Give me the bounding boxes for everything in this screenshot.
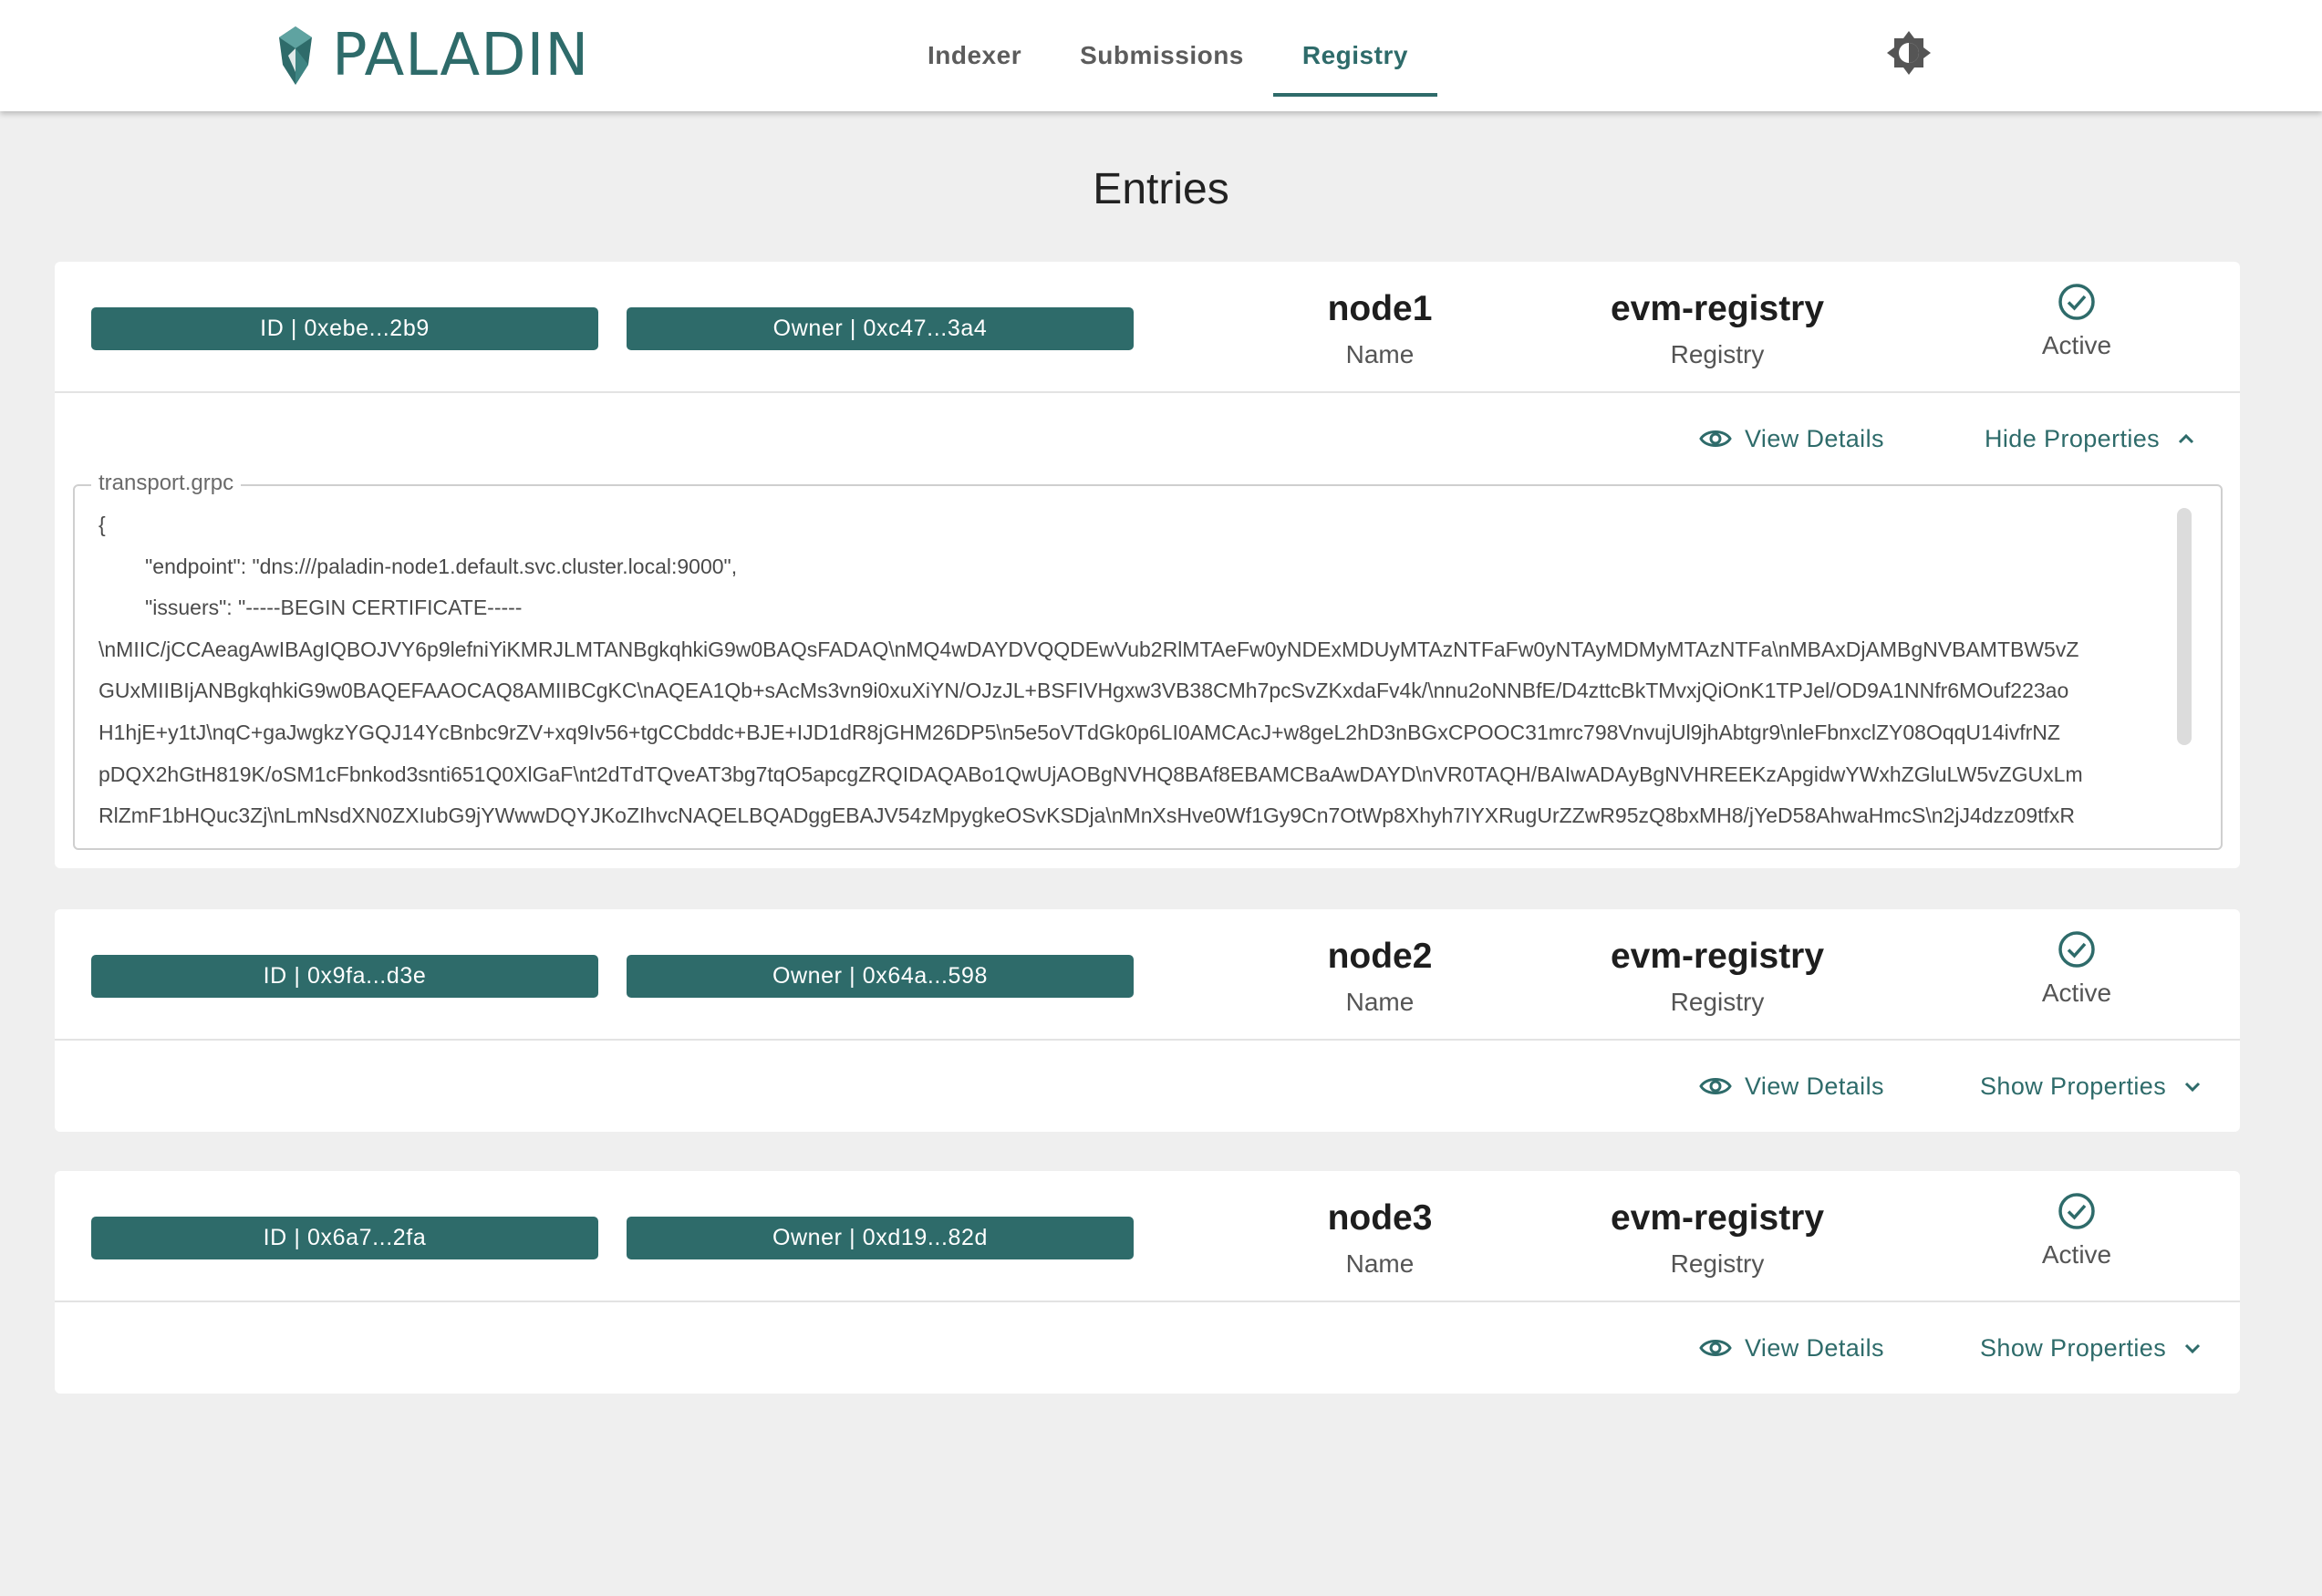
entry-name: node1 Name — [1216, 285, 1544, 369]
entry-status-label: Active — [2041, 1240, 2112, 1269]
entry-name-label: Name — [1345, 988, 1415, 1016]
entry-actions: View Details Show Properties — [55, 1041, 2240, 1132]
theme-toggle-button[interactable] — [1883, 27, 1934, 78]
entry-id-chip[interactable]: ID | 0xebe...2b9 — [91, 307, 598, 350]
view-details-label: View Details — [1745, 1072, 1884, 1100]
code-line: \nMIIC/jCCAeagAwIBAgIQBOJVY6p9lefniYiKMR… — [98, 637, 2079, 661]
view-details-label: View Details — [1745, 1333, 1884, 1362]
entry-registry: evm-registry Registry — [1503, 1195, 1932, 1279]
view-details-button[interactable]: View Details — [1699, 1041, 1884, 1132]
tab-indexer[interactable]: Indexer — [898, 0, 1051, 111]
entry-status: Active — [1913, 929, 2241, 1008]
registry-entry-card: ID | 0xebe...2b9 Owner | 0xc47...3a4 nod… — [55, 262, 2240, 868]
entry-status: Active — [1913, 282, 2241, 360]
entry-registry-value: evm-registry — [1610, 1198, 1825, 1238]
entry-name: node2 Name — [1216, 933, 1544, 1017]
entry-registry-label: Registry — [1670, 1249, 1765, 1278]
entry-actions: View Details Hide Properties — [55, 393, 2240, 484]
view-details-button[interactable]: View Details — [1699, 393, 1884, 484]
entry-name-value: node3 — [1327, 1198, 1433, 1238]
tab-submissions[interactable]: Submissions — [1051, 0, 1273, 111]
properties-toggle-label: Show Properties — [1980, 1333, 2167, 1362]
check-circle-icon — [2058, 931, 2095, 968]
property-name: transport.grpc — [91, 471, 242, 496]
check-circle-icon — [2058, 1193, 2095, 1229]
registry-entry-card: ID | 0x9fa...d3e Owner | 0x64a...598 nod… — [55, 909, 2240, 1132]
entry-registry: evm-registry Registry — [1503, 285, 1932, 369]
entry-registry-value: evm-registry — [1610, 937, 1825, 976]
eye-icon — [1699, 1078, 1732, 1094]
entry-header: ID | 0x6a7...2fa Owner | 0xd19...82d nod… — [55, 1171, 2240, 1302]
view-details-label: View Details — [1745, 424, 1884, 452]
brand-name: PALADIN — [332, 22, 590, 89]
entry-owner-chip[interactable]: Owner | 0xd19...82d — [627, 1217, 1134, 1259]
entry-id-chip[interactable]: ID | 0x9fa...d3e — [91, 955, 598, 998]
chevron-down-icon — [2185, 1082, 2201, 1093]
app-bar: PALADIN Indexer Submissions Registry — [0, 0, 2322, 111]
code-line: "endpoint": "dns:///paladin-node1.defaul… — [98, 554, 738, 578]
entry-name: node3 Name — [1216, 1195, 1544, 1279]
entry-owner-chip[interactable]: Owner | 0xc47...3a4 — [627, 307, 1134, 350]
registry-entry-card: ID | 0x6a7...2fa Owner | 0xd19...82d nod… — [55, 1171, 2240, 1394]
entry-registry-value: evm-registry — [1610, 289, 1825, 328]
entry-registry-label: Registry — [1670, 340, 1765, 368]
eye-icon — [1699, 430, 1732, 447]
entry-header: ID | 0xebe...2b9 Owner | 0xc47...3a4 nod… — [55, 262, 2240, 393]
paladin-logo-icon — [279, 26, 312, 85]
code-line: GUxMIIBIjANBgkqhkiG9w0BAQEFAAOCAQ8AMIIBC… — [98, 679, 2069, 703]
entry-header: ID | 0x9fa...d3e Owner | 0x64a...598 nod… — [55, 909, 2240, 1041]
hide-properties-button[interactable]: Hide Properties — [1985, 393, 2200, 484]
code-line: "issuers": "-----BEGIN CERTIFICATE----- — [98, 596, 523, 620]
entry-actions: View Details Show Properties — [55, 1302, 2240, 1394]
property-json-textarea[interactable]: { "endpoint": "dns:///paladin-node1.defa… — [98, 504, 2238, 842]
show-properties-button[interactable]: Show Properties — [1980, 1041, 2206, 1132]
code-line: { — [98, 513, 106, 536]
entry-status: Active — [1913, 1191, 2241, 1270]
entry-id-chip[interactable]: ID | 0x6a7...2fa — [91, 1217, 598, 1259]
entry-registry-label: Registry — [1670, 988, 1765, 1016]
properties-toggle-label: Show Properties — [1980, 1072, 2167, 1100]
code-line: RlZmF1bHQuc3Zj\nLmNsdXN0ZXIubG9jYWwwDQYJ… — [98, 803, 2076, 828]
properties-toggle-label: Hide Properties — [1985, 424, 2161, 452]
view-details-button[interactable]: View Details — [1699, 1302, 1884, 1394]
code-line: pDQX2hGtH819K/oSM1cFbnkod3snti651Q0XlGaF… — [98, 762, 2083, 786]
entry-status-label: Active — [2041, 331, 2112, 359]
tab-registry[interactable]: Registry — [1272, 0, 1437, 111]
check-circle-icon — [2058, 284, 2095, 320]
entry-owner-chip[interactable]: Owner | 0x64a...598 — [627, 955, 1134, 998]
entry-registry: evm-registry Registry — [1503, 933, 1932, 1017]
brightness-icon — [1887, 31, 1931, 75]
show-properties-button[interactable]: Show Properties — [1980, 1302, 2206, 1394]
textarea-scrollbar[interactable] — [2177, 508, 2192, 745]
main-nav: Indexer Submissions Registry — [898, 0, 1437, 111]
eye-icon — [1699, 1340, 1732, 1356]
entry-status-label: Active — [2041, 979, 2112, 1007]
code-line: H1hjE+y1tJ\nqC+gaJwgkzYGQJ14YcBnbc9rZV+x… — [98, 720, 2060, 744]
chevron-up-icon — [2179, 433, 2194, 444]
entry-name-label: Name — [1345, 340, 1415, 368]
page-title: Entries — [1093, 165, 1229, 213]
chevron-down-icon — [2185, 1343, 2201, 1354]
property-fieldset: transport.grpc { "endpoint": "dns:///pal… — [73, 471, 2223, 850]
entry-name-value: node2 — [1327, 937, 1433, 976]
entry-name-value: node1 — [1327, 289, 1433, 328]
entry-name-label: Name — [1345, 1249, 1415, 1278]
paladin-logo[interactable]: PALADIN — [275, 22, 589, 89]
